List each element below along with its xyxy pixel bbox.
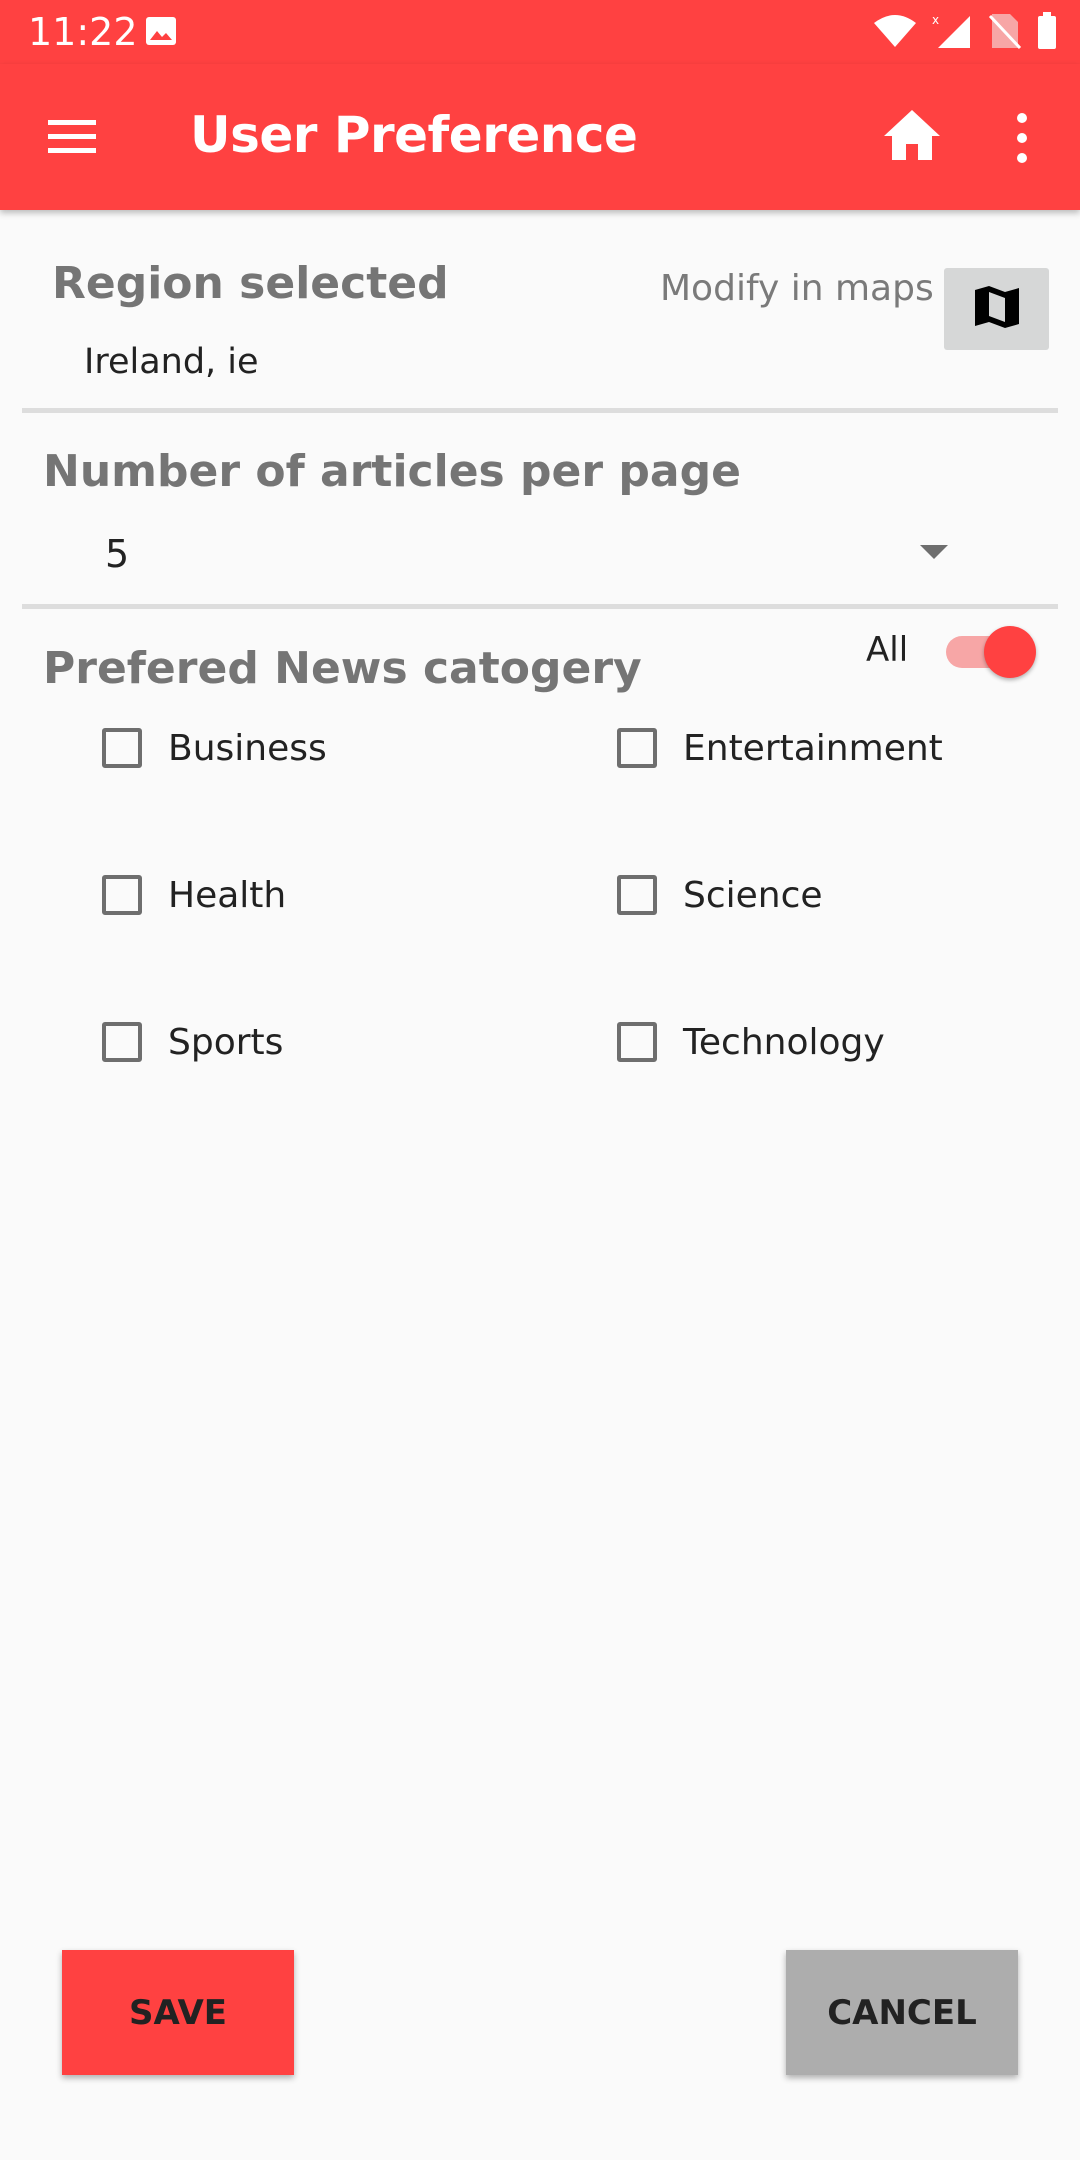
checkbox-label: Health <box>168 874 287 916</box>
dropdown-arrow-icon <box>919 544 949 564</box>
toggle-knob <box>984 626 1036 678</box>
checkbox-label: Technology <box>683 1021 885 1063</box>
checkbox-sports[interactable]: Sports <box>102 1012 283 1072</box>
region-title: Region selected <box>52 258 449 309</box>
checkbox-entertainment[interactable]: Entertainment <box>617 718 943 778</box>
region-value: Ireland, ie <box>84 342 259 382</box>
all-toggle-switch[interactable] <box>944 622 1036 678</box>
checkbox-box <box>617 728 657 768</box>
checkbox-label: Entertainment <box>683 727 943 769</box>
all-toggle-label: All <box>866 630 909 670</box>
cancel-button[interactable]: CANCEL <box>786 1950 1018 2075</box>
save-button[interactable]: SAVE <box>62 1950 294 2075</box>
status-bar: 11:22 x <box>0 0 1080 64</box>
checkbox-technology[interactable]: Technology <box>617 1012 885 1072</box>
modify-in-maps-label: Modify in maps <box>660 268 934 309</box>
checkbox-box <box>102 875 142 915</box>
signal-icon: x <box>932 12 974 54</box>
status-time: 11:22 <box>28 10 138 54</box>
page-title: User Preference <box>190 106 638 164</box>
checkbox-box <box>617 875 657 915</box>
more-vert-icon[interactable] <box>1006 108 1038 168</box>
no-sim-icon <box>988 12 1022 54</box>
svg-text:x: x <box>932 13 939 27</box>
checkbox-science[interactable]: Science <box>617 865 823 925</box>
articles-per-page-value: 5 <box>105 532 130 576</box>
articles-per-page-spinner[interactable]: 5 <box>43 520 1033 590</box>
checkbox-health[interactable]: Health <box>102 865 286 925</box>
articles-per-page-title: Number of articles per page <box>43 446 741 497</box>
app-bar: User Preference <box>0 64 1080 210</box>
checkbox-label: Sports <box>168 1021 284 1063</box>
checkbox-business[interactable]: Business <box>102 718 327 778</box>
wifi-icon <box>872 13 918 53</box>
battery-icon <box>1036 12 1058 54</box>
divider <box>22 604 1058 609</box>
checkbox-box <box>102 728 142 768</box>
home-icon[interactable] <box>880 104 944 168</box>
image-notification-icon <box>145 16 177 50</box>
modify-in-maps-button[interactable] <box>944 268 1049 350</box>
checkbox-label: Business <box>168 727 327 769</box>
status-icons: x <box>872 12 1058 54</box>
checkbox-box <box>102 1022 142 1062</box>
checkbox-box <box>617 1022 657 1062</box>
divider <box>22 408 1058 413</box>
news-category-title: Prefered News catogery <box>43 643 642 694</box>
menu-icon[interactable] <box>44 112 100 162</box>
map-icon <box>972 282 1022 336</box>
checkbox-label: Science <box>683 874 823 916</box>
